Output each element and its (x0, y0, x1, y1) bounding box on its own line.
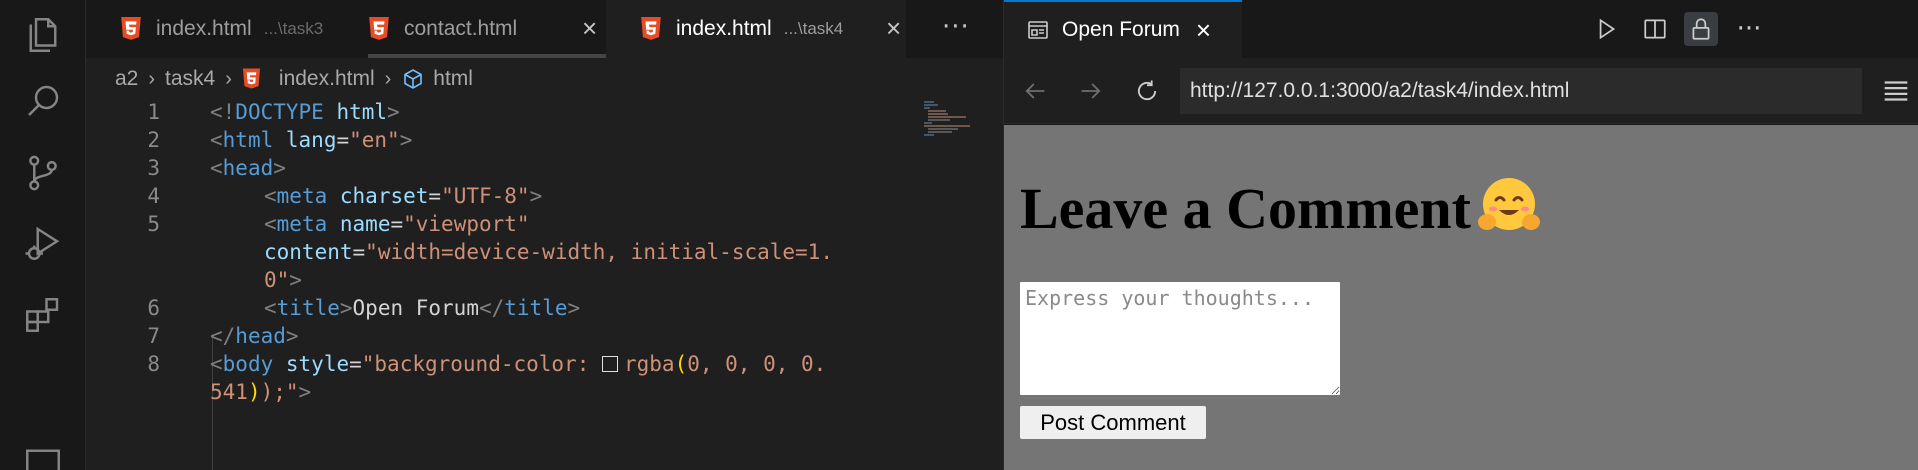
code-token: 0, 0, 0, 0. (687, 352, 827, 376)
run-debug-icon[interactable] (20, 220, 66, 266)
code-token: head (235, 324, 286, 348)
tab-label: contact.html (404, 17, 518, 40)
code-token: );" (260, 380, 299, 404)
line-number: 4 (147, 184, 160, 208)
code-token: title (504, 296, 568, 320)
code-token: style (285, 352, 350, 376)
code-token: "background-color: (361, 352, 602, 376)
code-token: html (222, 128, 274, 152)
code-token: 541 (210, 380, 248, 404)
code-token: lang (285, 128, 337, 152)
html5-icon (121, 17, 141, 40)
heading-text: Leave a Comment (1020, 176, 1472, 241)
code-token: DOCTYPE (235, 100, 324, 124)
simple-browser-panel: Open Forum × ··· Leave a Comment (1003, 0, 1918, 470)
tab-index-task3[interactable]: index.html ...\task3 (120, 0, 368, 58)
back-icon[interactable] (1018, 74, 1052, 108)
tab-label: index.html (156, 17, 252, 40)
code-token: "width=device-width, initial-scale=1. (365, 240, 833, 264)
line-number: 6 (147, 296, 160, 320)
close-icon[interactable]: × (1196, 15, 1211, 46)
comment-textarea[interactable] (1019, 281, 1341, 396)
code-token: content (264, 240, 353, 264)
breadcrumb: a2 › task4 › index.html › html (86, 60, 1003, 98)
tab-path-hint: ...\task3 (263, 19, 324, 38)
line-number: 5 (147, 212, 160, 236)
tab-contact[interactable]: contact.html × (368, 0, 640, 58)
line-number: 8 (147, 352, 160, 376)
minimap[interactable] (922, 100, 986, 160)
chevron-right-icon: › (148, 67, 156, 90)
code-token: rgba (623, 352, 675, 376)
source-control-icon[interactable] (20, 150, 66, 196)
code-token: "en" (349, 128, 400, 152)
line-number: 2 (147, 128, 160, 152)
code-token: 0" (264, 268, 290, 292)
breadcrumb-item[interactable]: index.html (279, 67, 375, 91)
chevron-right-icon: › (384, 67, 392, 90)
lock-icon[interactable] (1684, 12, 1718, 46)
close-icon[interactable]: × (582, 13, 597, 44)
forward-icon[interactable] (1074, 74, 1108, 108)
close-icon[interactable]: × (886, 13, 901, 44)
reload-icon[interactable] (1130, 74, 1164, 108)
tab-label: index.html (676, 17, 772, 40)
code-token: Open Forum (352, 296, 479, 320)
code-token: title (276, 296, 340, 320)
line-number: 1 (147, 100, 160, 124)
tab-label: Open Forum (1062, 18, 1180, 41)
preview-icon (1028, 21, 1048, 39)
code-token: head (222, 156, 274, 180)
color-swatch[interactable] (601, 356, 618, 372)
line-number: 7 (147, 324, 160, 348)
remote-icon[interactable] (20, 440, 66, 470)
editor-tab-bar: index.html ...\task3 contact.html × inde… (86, 0, 1003, 58)
post-comment-button[interactable]: Post Comment (1019, 405, 1207, 440)
html5-icon (242, 68, 260, 89)
tab-index-task4[interactable]: index.html ...\task4 × (606, 0, 906, 58)
code-token: name (339, 212, 391, 236)
browser-viewport: Leave a Comment Post Comment (1004, 125, 1918, 470)
activity-bar (0, 0, 86, 470)
hugging-face-emoji-icon (1478, 178, 1541, 230)
run-icon[interactable] (1589, 12, 1623, 46)
tab-path-hint: ...\task4 (783, 19, 844, 38)
code-token: charset (339, 184, 429, 208)
url-input[interactable] (1180, 68, 1862, 114)
code-token: meta (276, 212, 328, 236)
code-token: meta (276, 184, 328, 208)
code-editor[interactable]: 1 <!DOCTYPE html> 2 <html lang="en"> 3 <… (86, 100, 986, 470)
code-token: "viewport" (403, 212, 530, 236)
more-actions-icon[interactable]: ··· (942, 12, 970, 42)
editor-group: index.html ...\task3 contact.html × inde… (86, 0, 1073, 470)
chevron-right-icon: › (225, 67, 232, 90)
breadcrumb-item[interactable]: task4 (165, 67, 215, 91)
tab-open-forum[interactable]: Open Forum × (1004, 0, 1242, 58)
menu-icon[interactable] (1879, 74, 1913, 108)
more-actions-icon[interactable]: ··· (1732, 12, 1766, 46)
html5-icon (641, 17, 661, 40)
code-token: html (336, 100, 388, 124)
split-editor-icon[interactable] (1638, 12, 1672, 46)
page-heading: Leave a Comment (1020, 175, 1541, 242)
browser-nav-bar (1004, 58, 1918, 124)
tab-scroll-indicator (368, 54, 640, 58)
breadcrumb-item[interactable]: html (433, 67, 473, 91)
code-token: body (222, 352, 274, 376)
html5-icon (369, 17, 389, 40)
code-token: "UTF-8" (441, 184, 530, 208)
search-icon[interactable] (20, 78, 66, 124)
line-number: 3 (147, 156, 160, 180)
breadcrumb-item[interactable]: a2 (115, 67, 138, 91)
extensions-icon[interactable] (20, 292, 66, 338)
code-line: 541));"> (210, 380, 312, 404)
symbol-element-icon (404, 69, 423, 89)
files-icon[interactable] (20, 12, 66, 58)
